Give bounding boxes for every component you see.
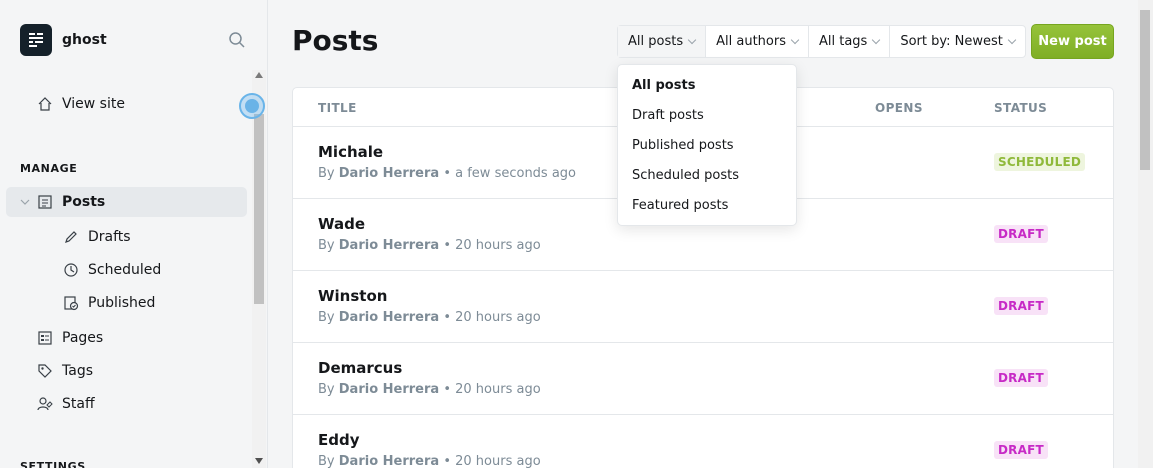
status-badge: SCHEDULED xyxy=(994,153,1085,171)
post-title: Eddy xyxy=(318,431,360,449)
view-site-link[interactable]: View site xyxy=(36,95,125,113)
column-header-opens: OPENS xyxy=(875,101,923,115)
filter-label: Sort by: Newest xyxy=(900,34,1003,49)
post-title: Michale xyxy=(318,143,384,161)
dropdown-option-draft-posts[interactable]: Draft posts xyxy=(632,108,704,123)
sidebar-item-label: Staff xyxy=(62,396,95,412)
table-row[interactable]: Winston By Dario Herrera • 20 hours ago … xyxy=(293,270,1113,342)
filter-label: All tags xyxy=(818,34,868,49)
status-badge: DRAFT xyxy=(994,441,1048,459)
chevron-down-icon xyxy=(872,35,881,44)
column-header-title: TITLE xyxy=(318,101,357,115)
dropdown-option-scheduled-posts[interactable]: Scheduled posts xyxy=(632,168,739,183)
post-author: Dario Herrera xyxy=(338,310,440,325)
post-title: Demarcus xyxy=(318,359,403,377)
post-meta: By Dario Herrera • a few seconds ago xyxy=(318,166,576,181)
sidebar-item-label: Tags xyxy=(62,363,93,379)
published-icon xyxy=(62,294,80,312)
post-time: • 20 hours ago xyxy=(443,454,541,468)
dropdown-option-all-posts[interactable]: All posts xyxy=(632,78,695,93)
by-label: By xyxy=(318,382,335,397)
post-type-dropdown: All posts Draft posts Published posts Sc… xyxy=(617,64,797,226)
scroll-up-arrow-icon[interactable] xyxy=(255,72,263,78)
by-label: By xyxy=(318,310,335,325)
sidebar-item-tags[interactable]: Tags xyxy=(36,362,93,380)
column-header-status: STATUS xyxy=(994,101,1048,115)
home-icon xyxy=(36,95,54,113)
by-label: By xyxy=(318,166,335,181)
sidebar-item-published[interactable]: Published xyxy=(62,294,155,312)
status-badge: DRAFT xyxy=(994,369,1048,387)
chevron-down-icon xyxy=(1007,35,1017,44)
sidebar-item-drafts[interactable]: Drafts xyxy=(62,228,131,246)
post-author: Dario Herrera xyxy=(338,454,440,468)
settings-section-label: SETTINGS xyxy=(20,460,86,468)
filter-sort[interactable]: Sort by: Newest xyxy=(890,26,1025,57)
sidebar-item-label: Pages xyxy=(62,330,104,346)
sidebar-item-pages[interactable]: Pages xyxy=(36,329,103,347)
by-label: By xyxy=(318,238,335,253)
post-time: • a few seconds ago xyxy=(443,166,577,181)
sidebar-item-label: Scheduled xyxy=(88,262,162,278)
sidebar-item-scheduled[interactable]: Scheduled xyxy=(62,261,161,279)
post-time: • 20 hours ago xyxy=(443,238,541,253)
manage-section-label: MANAGE xyxy=(20,162,78,175)
filter-author[interactable]: All authors xyxy=(706,26,809,57)
pen-icon xyxy=(62,228,80,246)
post-title: Wade xyxy=(318,215,366,233)
sidebar-item-posts[interactable]: Posts xyxy=(20,193,105,211)
post-meta: By Dario Herrera • 20 hours ago xyxy=(318,238,541,253)
tag-icon xyxy=(36,362,54,380)
filter-type[interactable]: All posts xyxy=(618,26,707,57)
main-scrollbar[interactable] xyxy=(1138,0,1153,468)
scroll-down-arrow-icon[interactable] xyxy=(255,458,263,464)
new-post-button[interactable]: New post xyxy=(1031,24,1114,59)
post-time: • 20 hours ago xyxy=(443,382,541,397)
status-badge: DRAFT xyxy=(994,297,1048,315)
post-meta: By Dario Herrera • 20 hours ago xyxy=(318,382,541,397)
post-author: Dario Herrera xyxy=(338,382,440,397)
post-author: Dario Herrera xyxy=(338,238,440,253)
ghost-logo-icon xyxy=(20,24,52,56)
filter-bar: All posts All authors All tags Sort by: … xyxy=(617,25,1026,58)
brand[interactable]: ghost xyxy=(20,24,107,56)
brand-name: ghost xyxy=(62,32,107,48)
chevron-down-icon xyxy=(20,193,30,211)
status-badge: DRAFT xyxy=(994,225,1048,243)
filter-label: All posts xyxy=(628,34,684,49)
filter-label: All authors xyxy=(716,34,786,49)
sidebar-item-staff[interactable]: Staff xyxy=(36,395,95,413)
page-title: Posts xyxy=(292,24,379,57)
chevron-down-icon xyxy=(790,35,800,44)
filter-tag[interactable]: All tags xyxy=(809,26,891,57)
dropdown-option-featured-posts[interactable]: Featured posts xyxy=(632,198,728,213)
sidebar: ghost View site MANAGE Posts Drafts Sche… xyxy=(0,0,268,468)
pages-icon xyxy=(36,329,54,347)
table-row[interactable]: Eddy By Dario Herrera • 20 hours ago DRA… xyxy=(293,414,1113,468)
main-scrollbar-thumb[interactable] xyxy=(1140,10,1150,170)
sidebar-scrollbar-thumb[interactable] xyxy=(254,114,264,304)
clock-icon xyxy=(62,261,80,279)
table-row[interactable]: Demarcus By Dario Herrera • 20 hours ago… xyxy=(293,342,1113,414)
sidebar-item-label: Posts xyxy=(62,194,106,210)
post-meta: By Dario Herrera • 20 hours ago xyxy=(318,454,541,468)
dropdown-option-published-posts[interactable]: Published posts xyxy=(632,138,734,153)
post-meta: By Dario Herrera • 20 hours ago xyxy=(318,310,541,325)
staff-icon xyxy=(36,395,54,413)
post-time: • 20 hours ago xyxy=(443,310,541,325)
search-icon[interactable] xyxy=(228,31,246,49)
posts-icon xyxy=(36,193,54,211)
view-site-label: View site xyxy=(62,96,125,112)
post-author: Dario Herrera xyxy=(338,166,440,181)
sidebar-scrollbar[interactable] xyxy=(252,70,266,468)
chevron-down-icon xyxy=(687,35,697,44)
post-title: Winston xyxy=(318,287,388,305)
by-label: By xyxy=(318,454,335,468)
sidebar-item-label: Published xyxy=(88,295,156,311)
cursor-indicator xyxy=(239,93,265,119)
sidebar-item-label: Drafts xyxy=(88,229,131,245)
